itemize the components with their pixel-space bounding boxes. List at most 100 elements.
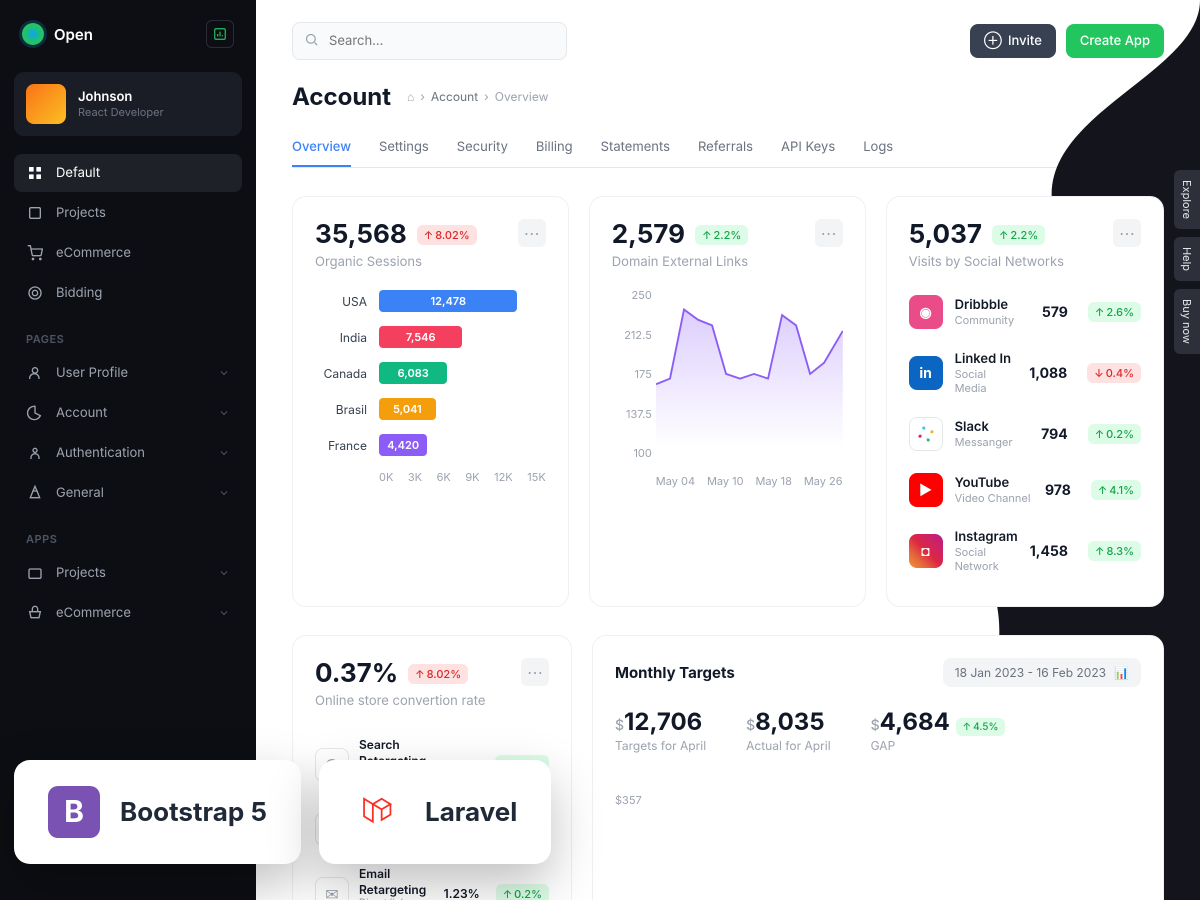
instagram-icon: ◘ bbox=[909, 534, 943, 568]
folder-icon bbox=[26, 564, 44, 582]
tab-statements[interactable]: Statements bbox=[601, 129, 670, 167]
metric-label: Online store convertion rate bbox=[315, 693, 485, 709]
lock-icon bbox=[26, 444, 44, 462]
chevron-down-icon bbox=[218, 487, 230, 499]
delta-badge: ↑2.6% bbox=[1088, 302, 1141, 322]
y-tick: 100 bbox=[612, 446, 652, 460]
tech-card-bootstrap: B Bootstrap 5 bbox=[14, 760, 301, 864]
nav-label: eCommerce bbox=[56, 245, 230, 261]
sidebar-item-user-profile[interactable]: User Profile bbox=[14, 354, 242, 392]
tab-logs[interactable]: Logs bbox=[863, 129, 893, 167]
card-menu-button[interactable]: ⋯ bbox=[1113, 219, 1141, 247]
side-tag-buy[interactable]: Buy now bbox=[1174, 289, 1200, 354]
tech-name: Bootstrap 5 bbox=[120, 797, 267, 828]
breadcrumb: ⌂ › Account › Overview bbox=[407, 89, 548, 104]
card-menu-button[interactable]: ⋯ bbox=[521, 658, 549, 686]
delta-badge: ↑2.2% bbox=[695, 225, 748, 245]
x-tick: May 04 bbox=[656, 474, 695, 488]
sidebar-item-default[interactable]: Default bbox=[14, 154, 242, 192]
breadcrumb-link[interactable]: Account bbox=[431, 89, 478, 104]
tech-name: Laravel bbox=[425, 797, 517, 828]
social-row: ◘ InstagramSocial Network 1,458 ↑8.3% bbox=[909, 518, 1141, 584]
nav-label: Bidding bbox=[56, 285, 230, 301]
card-menu-button[interactable]: ⋯ bbox=[518, 219, 546, 247]
delta-badge: ↑8.02% bbox=[408, 664, 468, 684]
nav-label: Account bbox=[56, 405, 206, 421]
target-value: $12,706 bbox=[615, 707, 706, 736]
bar-chart: USA12,478 India7,546 Canada6,083 Brasil5… bbox=[315, 290, 546, 484]
x-tick: May 10 bbox=[707, 474, 744, 488]
y-tick: 175 bbox=[612, 367, 652, 381]
card-social-networks: 5,037 ↑2.2% Visits by Social Networks ⋯ … bbox=[886, 196, 1164, 607]
sidebar-item-apps-ecommerce[interactable]: eCommerce bbox=[14, 594, 242, 632]
side-tag-help[interactable]: Help bbox=[1174, 237, 1200, 281]
analytics-toggle-icon[interactable] bbox=[206, 20, 234, 48]
create-app-button[interactable]: Create App bbox=[1066, 24, 1164, 58]
social-row: in Linked InSocial Media 1,088 ↓0.4% bbox=[909, 340, 1141, 406]
nav-label: eCommerce bbox=[56, 605, 206, 621]
side-tag-explore[interactable]: Explore bbox=[1174, 170, 1200, 229]
nav-label: Default bbox=[56, 165, 230, 181]
rocket-icon bbox=[26, 484, 44, 502]
card-menu-button[interactable]: ⋯ bbox=[815, 219, 843, 247]
chevron-down-icon bbox=[218, 367, 230, 379]
delta-badge: ↑4.1% bbox=[1091, 480, 1141, 500]
bar-fill: 5,041 bbox=[379, 398, 436, 420]
tab-api-keys[interactable]: API Keys bbox=[781, 129, 835, 167]
tab-security[interactable]: Security bbox=[457, 129, 508, 167]
date-range-picker[interactable]: 18 Jan 2023 - 16 Feb 2023📊 bbox=[943, 658, 1141, 687]
delta-badge: ↑8.3% bbox=[1088, 541, 1141, 561]
delta-badge: ↑0.2% bbox=[1088, 424, 1141, 444]
brand: Open bbox=[14, 20, 242, 48]
metric-value: 0.37% bbox=[315, 658, 398, 689]
target-label: GAP bbox=[871, 738, 1006, 753]
bar-fill: 12,478 bbox=[379, 290, 517, 312]
search-input[interactable] bbox=[292, 22, 567, 60]
invite-button[interactable]: ⊕Invite bbox=[970, 24, 1056, 58]
sidebar-item-apps-projects[interactable]: Projects bbox=[14, 554, 242, 592]
user-name: Johnson bbox=[78, 89, 164, 105]
nav-label: Projects bbox=[56, 205, 230, 221]
sidebar-item-bidding[interactable]: Bidding bbox=[14, 274, 242, 312]
section-label-pages: PAGES bbox=[14, 314, 242, 354]
tech-card-laravel: Laravel bbox=[319, 760, 551, 864]
linkedin-icon: in bbox=[909, 356, 943, 390]
sidebar-item-ecommerce[interactable]: eCommerce bbox=[14, 234, 242, 272]
sidebar-item-projects[interactable]: Projects bbox=[14, 194, 242, 232]
basket-icon bbox=[26, 604, 44, 622]
user-card[interactable]: Johnson React Developer bbox=[14, 72, 242, 136]
sidebar-item-account[interactable]: Account bbox=[14, 394, 242, 432]
tab-billing[interactable]: Billing bbox=[536, 129, 573, 167]
brand-logo bbox=[22, 23, 44, 45]
sidebar-item-general[interactable]: General bbox=[14, 474, 242, 512]
dashboard-icon bbox=[26, 164, 44, 182]
area-chart-svg bbox=[656, 288, 843, 449]
sidebar-item-authentication[interactable]: Authentication bbox=[14, 434, 242, 472]
target-label: Targets for April bbox=[615, 738, 706, 753]
tab-referrals[interactable]: Referrals bbox=[698, 129, 753, 167]
bar-label: Canada bbox=[315, 366, 367, 381]
social-row: ▶ YouTubeVideo Channel 978 ↑4.1% bbox=[909, 462, 1141, 518]
side-tags: Explore Help Buy now bbox=[1174, 170, 1200, 354]
tab-overview[interactable]: Overview bbox=[292, 129, 351, 167]
pie-icon bbox=[26, 404, 44, 422]
metric-label: Visits by Social Networks bbox=[909, 254, 1064, 270]
tab-settings[interactable]: Settings bbox=[379, 129, 429, 167]
search-container bbox=[292, 22, 567, 60]
mail-icon: ✉ bbox=[315, 877, 349, 900]
metric-value: 2,579 bbox=[612, 219, 685, 250]
card-monthly-targets: Monthly Targets 18 Jan 2023 - 16 Feb 202… bbox=[592, 635, 1164, 900]
area-chart: 250 212.5 175 137.5 100 May 04 May 10 bbox=[612, 288, 843, 488]
x-tick: May 26 bbox=[804, 474, 843, 488]
projects-icon bbox=[26, 204, 44, 222]
bar-fill: 7,546 bbox=[379, 326, 462, 348]
card-organic-sessions: 35,568 ↑8.02% Organic Sessions ⋯ USA12,4… bbox=[292, 196, 569, 607]
delta-badge: ↑0.2% bbox=[496, 884, 549, 900]
user-icon bbox=[26, 364, 44, 382]
target-label: Actual for April bbox=[746, 738, 831, 753]
home-icon[interactable]: ⌂ bbox=[407, 89, 414, 104]
bar-fill: 6,083 bbox=[379, 362, 447, 384]
youtube-icon: ▶ bbox=[909, 473, 943, 507]
calendar-icon: 📊 bbox=[1114, 665, 1129, 680]
bar-label: India bbox=[315, 330, 367, 345]
